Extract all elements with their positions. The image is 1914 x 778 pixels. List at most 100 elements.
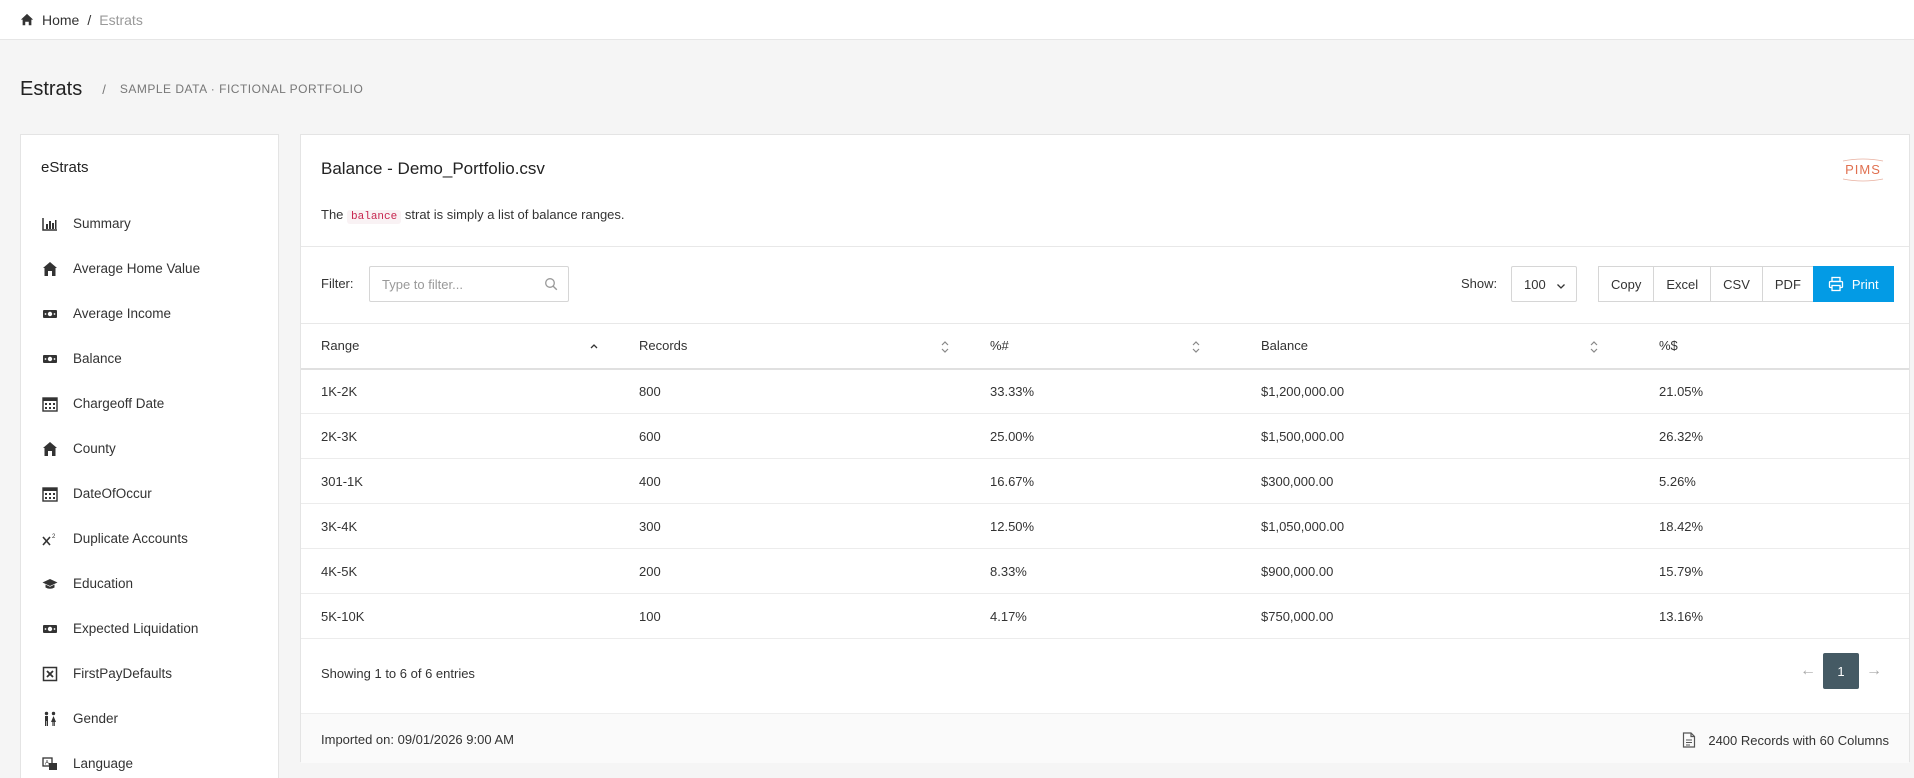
column-header-pct-balance[interactable]: %$ (1639, 323, 1909, 370)
sidebar-item-gender[interactable]: Gender (21, 696, 278, 741)
money-icon (41, 306, 59, 322)
cell-balance: $750,000.00 (1241, 593, 1639, 639)
sidebar-item-education[interactable]: Education (21, 561, 278, 606)
breadcrumb-current: Estrats (99, 11, 143, 28)
sidebar-item-duplicate-accounts[interactable]: 2 Duplicate Accounts (21, 516, 278, 561)
cell-pct-count: 12.50% (970, 503, 1241, 549)
page-title: Estrats (20, 77, 83, 100)
excel-button[interactable]: Excel (1653, 266, 1712, 302)
divider (301, 246, 1909, 247)
cell-records: 600 (619, 413, 970, 459)
home-icon (20, 13, 34, 27)
cell-range: 301-1K (301, 458, 619, 504)
sidebar-item-label: DateOfOccur (73, 486, 152, 501)
sort-icon (940, 340, 950, 354)
cell-pct-balance: 26.32% (1639, 413, 1909, 459)
sidebar-item-language[interactable]: A Language (21, 741, 278, 778)
cell-range: 3K-4K (301, 503, 619, 549)
breadcrumb-home-link[interactable]: Home (42, 12, 79, 28)
sidebar: eStrats Summary Average Home Value Avera… (20, 134, 279, 778)
bar-chart-icon (41, 216, 59, 232)
sidebar-item-label: Expected Liquidation (73, 621, 199, 636)
print-button[interactable]: Print (1812, 266, 1894, 302)
people-icon (41, 711, 59, 727)
sidebar-item-label: Duplicate Accounts (73, 531, 188, 546)
x-square-icon (41, 666, 59, 682)
cell-balance: $1,050,000.00 (1241, 503, 1639, 549)
pagination-page-current[interactable]: 1 (1823, 653, 1859, 689)
sidebar-item-average-income[interactable]: Average Income (21, 291, 278, 336)
filter-input[interactable] (382, 276, 542, 292)
pagination-next[interactable]: → (1859, 662, 1889, 680)
column-header-records[interactable]: Records (619, 323, 970, 370)
svg-text:PIMS: PIMS (1845, 162, 1881, 177)
svg-text:2: 2 (52, 534, 56, 540)
graduation-cap-icon (41, 576, 59, 592)
cell-records: 100 (619, 593, 970, 639)
cell-pct-balance: 21.05% (1639, 368, 1909, 414)
cell-records: 400 (619, 458, 970, 504)
filter-box (369, 266, 569, 302)
description-code: balance (347, 210, 402, 224)
description-suffix: strat is simply a list of balance ranges… (404, 207, 625, 222)
sidebar-item-summary[interactable]: Summary (21, 201, 278, 246)
cell-balance: $900,000.00 (1241, 548, 1639, 594)
copy-button[interactable]: Copy (1598, 266, 1655, 302)
document-icon (1683, 732, 1696, 748)
pagination: ← 1 → (1793, 653, 1889, 689)
sort-icon (1589, 340, 1599, 354)
panel-header: Balance - Demo_Portfolio.csv (321, 159, 545, 179)
sidebar-item-dateofoccur[interactable]: DateOfOccur (21, 471, 278, 516)
sidebar-title: eStrats (41, 159, 89, 176)
column-header-range[interactable]: Range (301, 323, 619, 370)
sidebar-item-expected-liquidation[interactable]: Expected Liquidation (21, 606, 278, 651)
panel-description: The balance strat is simply a list of ba… (321, 207, 625, 224)
table-row: 4K-5K 200 8.33% $900,000.00 15.79% (301, 548, 1909, 594)
page-header: Estrats / SAMPLE DATA · FICTIONAL PORTFO… (20, 74, 363, 104)
page-length-select[interactable]: 100 (1511, 266, 1577, 302)
cell-records: 300 (619, 503, 970, 549)
sidebar-menu: Summary Average Home Value Average Incom… (21, 201, 278, 778)
top-bar: Home / Estrats (0, 0, 1914, 40)
csv-button[interactable]: CSV (1710, 266, 1763, 302)
sidebar-item-chargeoff-date[interactable]: Chargeoff Date (21, 381, 278, 426)
description-prefix: The (321, 207, 344, 222)
imported-timestamp: Imported on: 09/01/2026 9:00 AM (321, 732, 514, 747)
sidebar-item-label: FirstPayDefaults (73, 666, 173, 681)
house-icon (41, 441, 59, 457)
cell-pct-balance: 18.42% (1639, 503, 1909, 549)
column-header-pct-count[interactable]: %# (970, 323, 1241, 370)
page-subtitle: SAMPLE DATA · FICTIONAL PORTFOLIO (119, 82, 364, 96)
table-row: 301-1K 400 16.67% $300,000.00 5.26% (301, 458, 1909, 504)
sidebar-item-balance[interactable]: Balance (21, 336, 278, 381)
table-row: 3K-4K 300 12.50% $1,050,000.00 18.42% (301, 503, 1909, 549)
sidebar-item-label: Summary (73, 216, 131, 231)
cell-pct-count: 4.17% (970, 593, 1241, 639)
money-icon (41, 621, 59, 637)
cell-balance: $1,200,000.00 (1241, 368, 1639, 414)
cell-pct-count: 25.00% (970, 413, 1241, 459)
cell-range: 4K-5K (301, 548, 619, 594)
page-length-value: 100 (1524, 276, 1546, 292)
sidebar-item-county[interactable]: County (21, 426, 278, 471)
print-button-label: Print (1851, 276, 1879, 292)
money-icon (41, 351, 59, 367)
cell-balance: $300,000.00 (1241, 458, 1639, 504)
table-row: 1K-2K 800 33.33% $1,200,000.00 21.05% (301, 368, 1909, 414)
records-summary: 2400 Records with 60 Columns (1682, 732, 1889, 748)
cell-pct-count: 8.33% (970, 548, 1241, 594)
column-header-balance[interactable]: Balance (1241, 323, 1639, 370)
superscript-icon: 2 (41, 531, 59, 547)
cell-pct-balance: 15.79% (1639, 548, 1909, 594)
pdf-button[interactable]: PDF (1761, 266, 1814, 302)
sidebar-item-label: Chargeoff Date (73, 396, 165, 411)
search-icon (544, 277, 558, 291)
strat-table-wrapper: Range Records %# Balance %$ 1K-2K 800 33… (301, 323, 1909, 639)
cell-range: 5K-10K (301, 593, 619, 639)
cell-records: 200 (619, 548, 970, 594)
cell-pct-count: 33.33% (970, 368, 1241, 414)
pagination-previous[interactable]: ← (1793, 662, 1823, 680)
sidebar-item-label: Balance (73, 351, 122, 366)
sidebar-item-firstpaydefaults[interactable]: FirstPayDefaults (21, 651, 278, 696)
sidebar-item-average-home-value[interactable]: Average Home Value (21, 246, 278, 291)
